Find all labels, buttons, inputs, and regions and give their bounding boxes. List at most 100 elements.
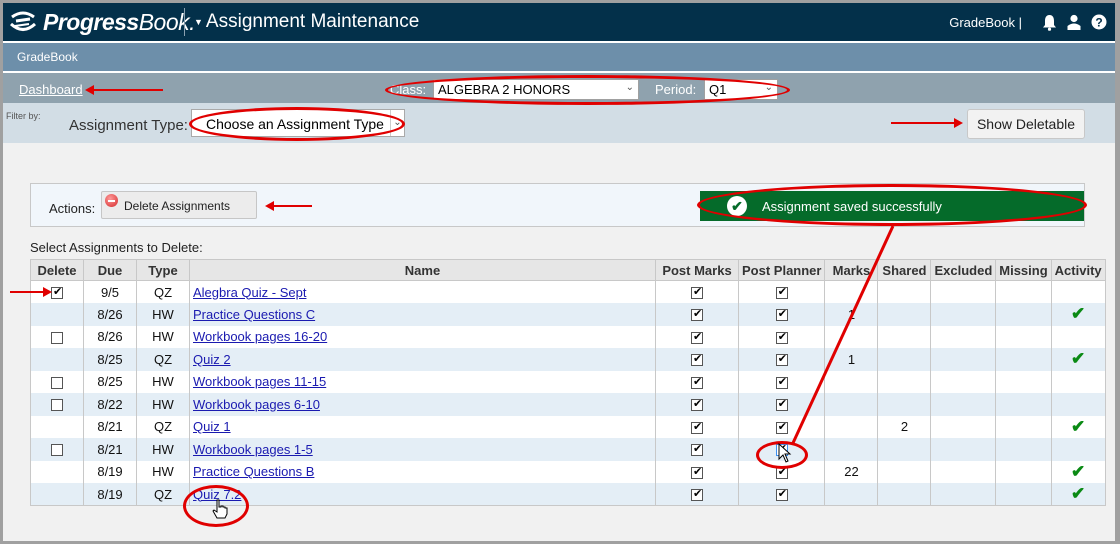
assignment-link[interactable]: Practice Questions C [193,307,315,322]
cell-due: 9/5 [83,280,137,303]
cell-due: 8/19 [83,483,137,506]
cell-post-marks [655,415,739,438]
cell-post-planner [737,348,826,371]
bell-icon[interactable] [1041,13,1057,31]
caret-down-icon: ▼ [194,17,203,27]
col-name[interactable]: Name [189,259,656,281]
cell-name: Workbook pages 6-10 [189,393,656,416]
post-marks-checkbox[interactable] [691,375,703,389]
cell-excluded [930,460,997,483]
cell-name: Workbook pages 1-5 [189,438,656,461]
app-title-menu[interactable]: ▼ Assignment Maintenance [194,11,419,33]
table-row: 8/26 HW Workbook pages 16-20 [30,325,1106,348]
logo-divider [184,8,185,36]
assignment-link[interactable]: Alegbra Quiz - Sept [193,285,306,300]
assignment-link[interactable]: Workbook pages 16-20 [193,329,327,344]
table-caption: Select Assignments to Delete: [30,240,203,255]
post-planner-checkbox[interactable] [775,330,788,344]
post-planner-checkbox[interactable] [775,307,788,322]
post-marks-checkbox[interactable] [691,465,703,479]
col-due[interactable]: Due [83,259,137,281]
cell-due: 8/26 [83,325,137,348]
post-planner-checkbox[interactable] [775,487,788,502]
cell-shared: 2 [877,415,932,438]
logo-mark-icon [9,11,37,31]
assignment-link[interactable]: Workbook pages 1-5 [193,442,313,457]
dashboard-link[interactable]: Dashboard [19,82,83,97]
table-row: 8/19 QZ Quiz 7.2 ✔ [30,483,1106,506]
col-type[interactable]: Type [136,259,190,281]
show-deletable-button[interactable]: Show Deletable [967,109,1085,139]
delete-assignments-button[interactable]: Delete Assignments [101,191,257,219]
col-shared[interactable]: Shared [877,259,932,281]
delete-checkbox[interactable] [51,444,63,457]
col-missing[interactable]: Missing [995,259,1052,281]
post-marks-checkbox[interactable] [691,420,703,434]
col-post-planner[interactable]: Post Planner [737,259,826,281]
post-planner-checkbox[interactable] [775,375,788,389]
cell-type: QZ [136,348,190,371]
table-header-row: Delete Due Type Name Post Marks Post Pla… [30,259,1106,281]
col-post-marks[interactable]: Post Marks [655,259,739,281]
post-planner-checkbox[interactable] [775,465,788,479]
delete-checkbox[interactable] [51,285,63,300]
cell-missing [995,460,1052,483]
assignment-type-select[interactable]: Choose an Assignment Type ⌄ [191,109,405,137]
post-planner-checkbox[interactable] [775,442,788,457]
assignment-link[interactable]: Quiz 2 [193,352,231,367]
col-delete[interactable]: Delete [30,259,84,281]
assignment-link[interactable]: Workbook pages 6-10 [193,397,320,412]
cell-due: 8/22 [83,393,137,416]
col-marks[interactable]: Marks [824,259,879,281]
actions-label: Actions: [49,201,96,216]
cell-excluded [930,438,997,461]
table-row: 8/25 HW Workbook pages 11-15 [30,370,1106,393]
post-marks-checkbox[interactable] [691,487,703,502]
cell-shared [877,460,932,483]
cell-name: Practice Questions B [189,460,656,483]
cell-marks: 22 [824,460,879,483]
cell-excluded [930,370,997,393]
cell-type: QZ [136,415,190,438]
post-marks-checkbox[interactable] [691,285,703,300]
cell-marks [824,438,879,461]
help-icon[interactable]: ? [1091,13,1107,31]
progressbook-logo[interactable]: ProgressBook. [9,7,196,37]
table-row: 8/21QZQuiz 1 2 ✔ [30,415,1106,438]
post-planner-checkbox[interactable] [775,285,788,300]
cell-missing [995,393,1052,416]
cell-delete [30,348,84,371]
post-marks-checkbox[interactable] [691,330,703,344]
assignment-link[interactable]: Quiz 1 [193,419,231,434]
filter-by-label: Filter by: [6,111,41,121]
post-marks-checkbox[interactable] [691,397,703,412]
col-excluded[interactable]: Excluded [930,259,997,281]
delete-checkbox[interactable] [51,399,63,412]
period-select[interactable]: Q1 ⌄ [704,79,778,100]
assignment-link[interactable]: Workbook pages 11-15 [193,374,326,389]
assignment-link[interactable]: Quiz 7.2 [193,487,241,502]
col-activity[interactable]: Activity [1050,259,1106,281]
class-select[interactable]: ALGEBRA 2 HONORS ⌄ [433,79,639,100]
post-marks-checkbox[interactable] [691,442,703,457]
post-planner-checkbox[interactable] [775,420,788,434]
cell-name: Quiz 7.2 [189,483,656,506]
post-marks-checkbox[interactable] [691,352,703,367]
delete-checkbox[interactable] [51,331,63,344]
cell-delete [30,415,84,438]
navigation-bar: Dashboard Class: ALGEBRA 2 HONORS ⌄ Peri… [3,73,1115,103]
cell-excluded [930,280,997,303]
cell-type: HW [136,460,190,483]
cell-type: HW [136,438,190,461]
cell-activity [1050,325,1106,348]
post-marks-checkbox[interactable] [691,307,703,322]
context-label: GradeBook | [949,14,1022,30]
assignment-link[interactable]: Practice Questions B [193,464,314,479]
cell-marks [824,393,879,416]
activity-check-icon: ✔ [1071,349,1086,369]
user-icon[interactable] [1066,13,1082,31]
post-planner-checkbox[interactable] [775,352,788,367]
delete-checkbox[interactable] [51,376,63,389]
post-planner-checkbox[interactable] [775,397,788,412]
cell-marks [824,370,879,393]
